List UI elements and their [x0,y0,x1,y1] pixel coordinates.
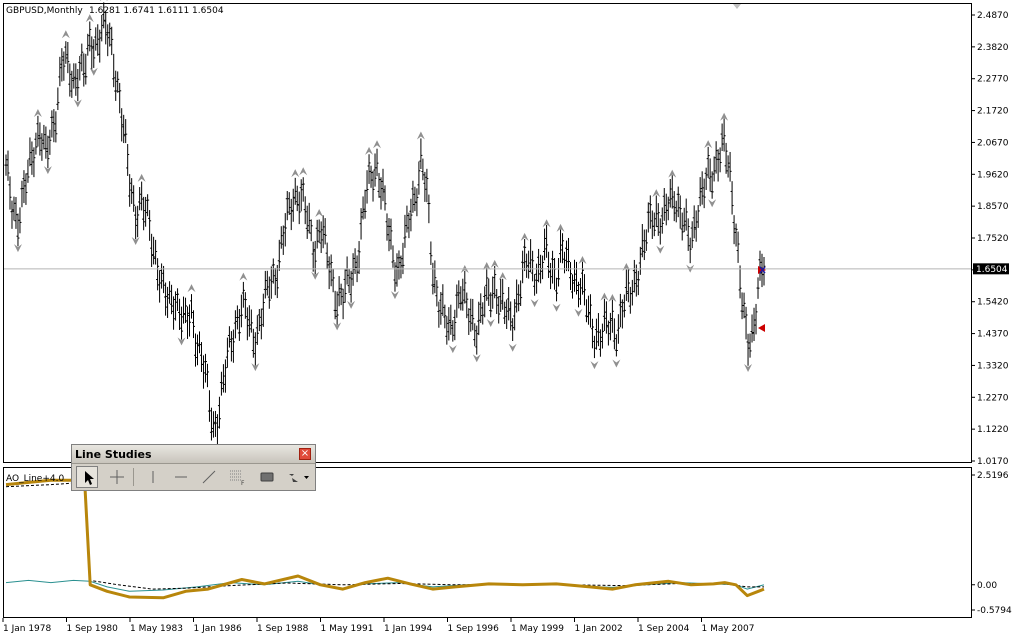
fractal-down-arrow [612,359,621,368]
price-tick-label: 1.5420 [977,298,1009,308]
price-tick-label: 2.1720 [977,107,1009,117]
indicator-axis: 2.5196 0.00 -0.57945 [971,471,1012,616]
indicator-tick-label: 2.5196 [977,471,1009,481]
price-axis: 2.4870 2.3820 2.2770 2.1720 2.0670 1.9620 1.85… [971,11,1009,467]
indicator-tick-label: 0.00 [977,581,997,591]
line-studies-tools: F [74,466,314,488]
main-chart-frame[interactable] [3,3,972,463]
indicator-name: AO_Line+4.0 [6,474,64,484]
price-tick-label: 1.0170 [977,457,1009,467]
time-tick-label: 1 Sep 1988 [257,624,309,634]
toolbar-separator [133,468,134,486]
vertical-line-icon[interactable] [142,466,164,488]
time-tick-label: 1 Jan 1986 [194,624,242,634]
current-price-label: 1.6504 [976,265,1008,275]
price-tick-label: 2.4870 [977,11,1009,21]
indicator-main-line [5,478,765,600]
price-tick-label: 1.7520 [977,234,1009,244]
price-tick-label: 2.3820 [977,43,1009,53]
line-studies-titlebar[interactable]: Line Studies × [72,445,315,464]
price-tick-label: 1.8570 [977,202,1009,212]
chart-canvas[interactable]: 2.4870 2.3820 2.2770 2.1720 2.0670 1.9620 1.85… [0,0,1012,635]
time-tick-label: 1 May 1983 [130,624,183,634]
rectangle-icon[interactable] [256,466,278,488]
time-axis: 1 Jan 1978 1 Sep 1980 1 May 1983 1 Jan 1986… [2,618,755,634]
price-tick-label: 1.4370 [977,330,1009,340]
ohlc-values: 1.6281 1.6741 1.6111 1.6504 [89,6,224,16]
trendline-icon[interactable] [198,466,220,488]
indicator-lines [5,478,765,600]
close-icon[interactable]: × [299,448,311,460]
price-tick-label: 1.9620 [977,170,1009,180]
fibonacci-icon[interactable]: F [226,466,248,488]
fractal-up-arrow [61,30,70,39]
time-tick-label: 1 Sep 2004 [638,624,690,634]
chart-shift-marker-icon[interactable] [733,4,741,9]
price-tick-label: 1.3320 [977,361,1009,371]
price-tick-label: 1.2270 [977,393,1009,403]
fractal-up-arrow [299,167,308,176]
indicator-signal-line [5,481,764,590]
fractal-down-arrow [552,303,561,312]
fractal-up-arrow [416,131,425,140]
price-tick-label: 2.2770 [977,75,1009,85]
fractal-up-arrow [291,169,300,178]
svg-text:F: F [241,480,245,487]
fractal-down-arrow [448,345,457,354]
symbol-label: GBPUSD,Monthly [6,6,83,16]
line-studies-title: Line Studies [75,448,152,461]
time-tick-label: 1 May 2007 [702,624,755,634]
fractal-down-arrow [508,343,517,352]
price-tick-label: 2.0670 [977,138,1009,148]
time-tick-label: 1 May 1991 [321,624,374,634]
time-tick-label: 1 Sep 1996 [448,624,500,634]
fractal-down-arrow [574,308,583,317]
fractal-up-arrow [239,272,248,281]
line-studies-toolbar[interactable]: Line Studies × F [71,444,316,491]
fractal-up-arrow [99,0,108,2]
crosshair-icon[interactable] [106,466,128,488]
cursor-icon[interactable] [76,466,98,488]
fractal-down-arrow [708,199,717,208]
arrows-dropdown-icon[interactable] [284,466,312,488]
fractal-down-arrow [530,299,539,308]
fractal-down-arrow [656,245,665,254]
fractal-down-arrow [390,291,399,300]
fractal-up-arrow [365,146,374,155]
fractal-down-arrow [486,318,495,327]
fractal-up-arrow [187,284,196,293]
time-tick-label: 1 Jan 2002 [575,624,623,634]
fractal-up-arrow [33,108,42,117]
fractal-down-arrow [590,361,599,370]
time-tick-label: 1 Jan 1994 [384,624,432,634]
horizontal-line-icon[interactable] [170,466,192,488]
indicator-tick-label: -0.57945 [977,606,1012,616]
fractal-down-arrow [472,354,481,363]
time-tick-label: 1 Jan 1978 [3,624,51,634]
fractal-down-arrow [89,67,98,76]
fractal-up-arrow [137,173,146,182]
fractal-up-arrow [315,209,324,218]
price-tick-label: 1.1220 [977,425,1009,435]
fractal-arrows [13,0,753,453]
time-tick-label: 1 Sep 1980 [67,624,119,634]
time-tick-label: 1 May 1999 [511,624,564,634]
fractal-up-arrow [373,140,382,149]
price-bars [4,2,766,447]
